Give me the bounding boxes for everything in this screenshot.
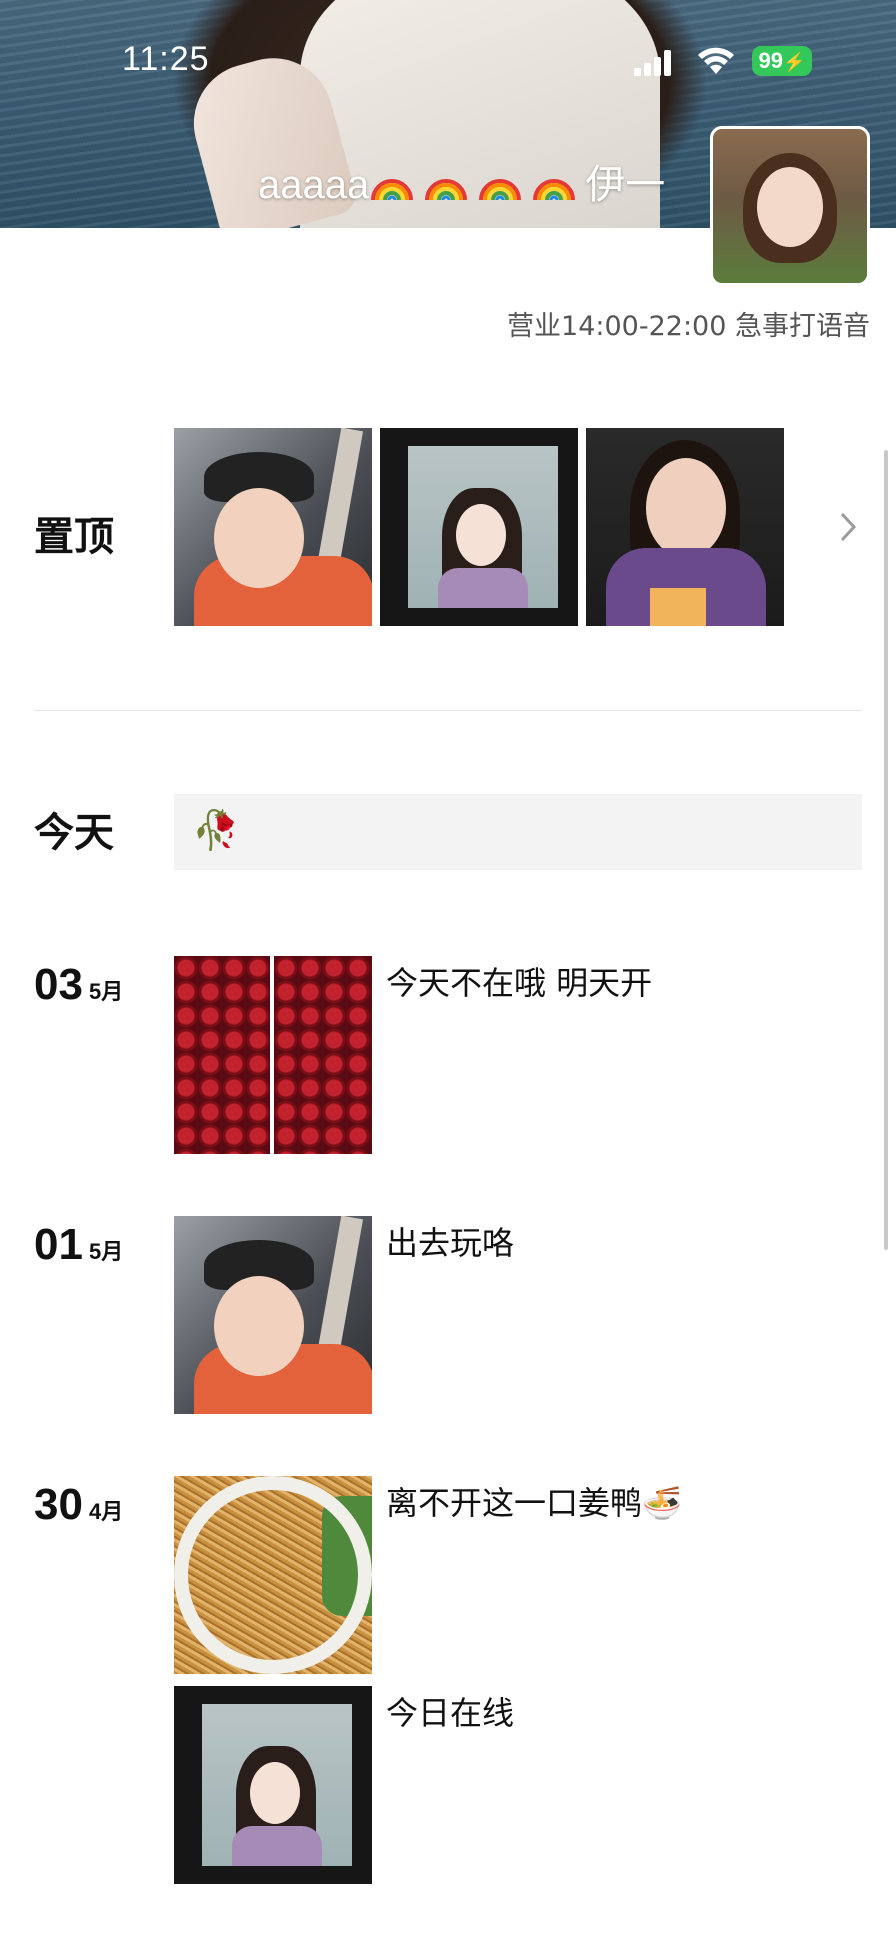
face [456, 504, 506, 566]
shirt [438, 568, 528, 608]
avatar-face [757, 167, 823, 247]
status-time: 11:25 [122, 40, 210, 78]
status-bar: 11:25 99⚡ [0, 36, 896, 86]
profile-name-suffix: 伊一 [585, 163, 666, 207]
today-label: 今天 [34, 810, 114, 856]
rainbow-icon [371, 179, 414, 201]
face [646, 458, 726, 558]
post-date: 03 5月 [34, 960, 123, 1010]
cellular-signal-icon [634, 50, 674, 76]
rainbow-icon [425, 179, 468, 201]
post-date: 01 5月 [34, 1220, 123, 1270]
cat-sticker [650, 588, 706, 626]
rainbow-icon [479, 179, 522, 201]
face [214, 488, 304, 588]
post-text[interactable]: 今天不在哦 明天开 [386, 958, 652, 1004]
today-post[interactable]: 🥀 [174, 794, 862, 870]
post-text[interactable]: 今日在线 [386, 1688, 514, 1734]
post-photo-phone-screen[interactable] [174, 1686, 372, 1884]
face [250, 1762, 300, 1824]
pinned-photo-1[interactable] [174, 428, 372, 626]
post-day: 01 [34, 1220, 83, 1269]
noodle-bowl-icon: 🍜 [642, 1484, 682, 1522]
pinned-label: 置顶 [34, 514, 114, 560]
scrollbar[interactable] [884, 450, 888, 1250]
post-photo-cherries-left[interactable] [174, 956, 270, 1154]
post-month: 4月 [88, 1499, 124, 1524]
rainbow-icon [533, 179, 576, 201]
post-text[interactable]: 离不开这一口姜鸭🍜 [386, 1478, 682, 1524]
shirt [232, 1826, 322, 1866]
post-text[interactable]: 出去玩咯 [386, 1218, 514, 1264]
divider [34, 710, 862, 711]
chevron-right-icon[interactable] [838, 510, 858, 544]
post-month: 5月 [88, 979, 124, 1004]
avatar[interactable] [710, 126, 870, 286]
post-month: 5月 [88, 1239, 124, 1264]
pinned-photo-2[interactable] [380, 428, 578, 626]
post-date: 30 4月 [34, 1480, 123, 1530]
post-photo-noodles[interactable] [174, 1476, 372, 1674]
post-photo-cherries-right[interactable] [274, 956, 372, 1154]
battery-icon: 99⚡ [752, 46, 812, 76]
post-text-content: 离不开这一口姜鸭 [386, 1484, 643, 1522]
post-photo-selfie[interactable] [174, 1216, 372, 1414]
pinned-photo-3[interactable] [586, 428, 784, 626]
profile-name: aaaaa 伊一 [258, 152, 665, 210]
battery-level: 99 [758, 48, 784, 73]
profile-name-prefix: aaaaa [258, 163, 370, 207]
face [214, 1276, 304, 1376]
post-day: 30 [34, 1480, 83, 1529]
wilted-rose-icon: 🥀 [192, 808, 240, 852]
bowl-rim [174, 1476, 372, 1674]
post-day: 03 [34, 960, 83, 1009]
wifi-icon [698, 47, 734, 74]
profile-signature: 营业14:00-22:00 急事打语音 [507, 311, 870, 342]
